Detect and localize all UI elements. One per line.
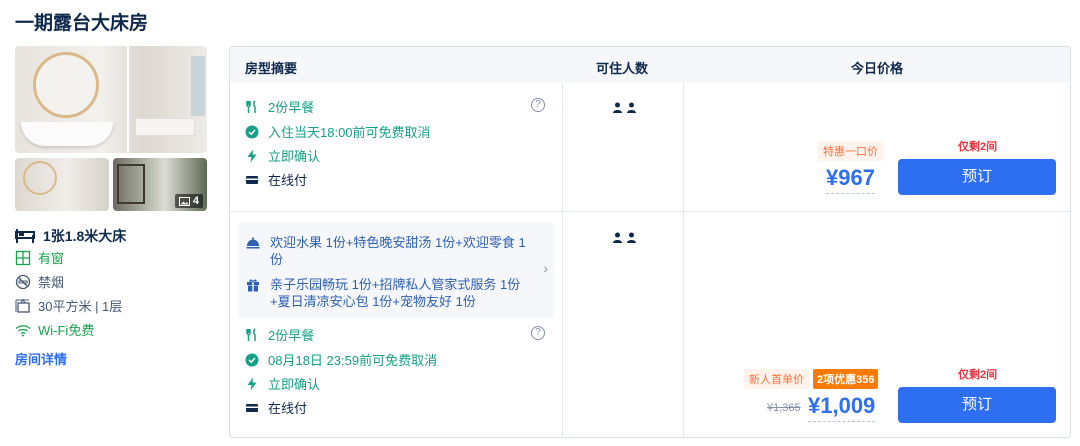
- feature-window: 有窗: [15, 248, 64, 267]
- package-text: 欢迎水果 1份+特色晚安甜汤 1份+欢迎零食 1份: [270, 235, 526, 267]
- help-icon[interactable]: ?: [531, 326, 545, 340]
- person-icon: [613, 102, 622, 113]
- promo-tag: 特惠一口价: [818, 141, 883, 161]
- room-photos[interactable]: 4: [15, 46, 207, 212]
- lightning-icon: [247, 149, 257, 162]
- person-icon: [627, 102, 636, 113]
- image-icon: [178, 196, 190, 206]
- feature-label: 有窗: [38, 251, 65, 266]
- wifi-icon: [15, 324, 31, 336]
- photo-count: 4: [192, 195, 199, 207]
- header-guests: 可住人数: [596, 61, 649, 76]
- book-button[interactable]: 预订: [898, 159, 1056, 195]
- feature-label: 禁烟: [38, 275, 65, 290]
- header-price: 今日价格: [851, 61, 904, 76]
- guest-capacity: [612, 102, 637, 113]
- package-box[interactable]: 欢迎水果 1份+特色晚安甜汤 1份+欢迎零食 1份 亲子乐园畅玩 1份+招牌私人…: [238, 222, 554, 318]
- check-circle-icon: [245, 353, 259, 366]
- breakfast-label: 2份早餐: [268, 328, 315, 343]
- thumbnail-photo[interactable]: 4: [113, 158, 207, 211]
- cancel-policy[interactable]: 入住当天18:00前可免费取消: [245, 122, 431, 141]
- room-details-link[interactable]: 房间详情: [15, 349, 67, 368]
- cancel-policy[interactable]: 08月18日 23:59前可免费取消: [245, 350, 437, 369]
- check-circle-icon: [245, 125, 259, 138]
- breakfast-info: 2份早餐: [245, 325, 314, 344]
- feature-label: 30平方米 | 1层: [38, 299, 123, 314]
- feature-wifi: Wi-Fi免费: [15, 320, 94, 339]
- confirm-label: 立即确认: [268, 377, 321, 392]
- instant-confirm: 立即确认: [245, 374, 320, 393]
- room-title: 一期露台大床房: [15, 13, 149, 34]
- table-header: 房型摘要 可住人数 今日价格: [230, 47, 1070, 83]
- chevron-right-icon[interactable]: ›: [543, 260, 548, 276]
- confirm-label: 立即确认: [268, 149, 321, 164]
- fork-knife-icon: [246, 327, 256, 341]
- guest-capacity: [612, 232, 637, 243]
- card-icon: [246, 175, 258, 184]
- package-item: 欢迎水果 1份+特色晚安甜汤 1份+欢迎零食 1份: [246, 234, 534, 268]
- payment-label: 在线付: [268, 173, 308, 188]
- breakfast-info: 2份早餐: [245, 97, 314, 116]
- fork-knife-icon: [246, 99, 256, 113]
- promo-tag: 新人首单价: [744, 369, 809, 389]
- help-icon[interactable]: ?: [531, 98, 545, 112]
- no-smoking-icon: [15, 274, 31, 289]
- photo-count-badge[interactable]: 4: [174, 194, 203, 208]
- payment-method: 在线付: [245, 170, 307, 189]
- price: ¥967: [826, 165, 875, 194]
- cancel-label: 入住当天18:00前可免费取消: [268, 125, 431, 140]
- person-icon: [613, 232, 622, 243]
- card-icon: [246, 403, 258, 412]
- cancel-label: 08月18日 23:59前可免费取消: [268, 353, 438, 368]
- dish-icon: [246, 237, 260, 249]
- feature-label: Wi-Fi免费: [38, 323, 95, 338]
- payment-method: 在线付: [245, 398, 307, 417]
- feature-no-smoking: 禁烟: [15, 272, 64, 291]
- thumbnail-photo[interactable]: [15, 158, 109, 211]
- person-icon: [627, 232, 636, 243]
- original-price: ¥1,365: [767, 402, 801, 414]
- bed-label: 1张1.8米大床: [43, 228, 127, 244]
- lightning-icon: [247, 377, 257, 390]
- breakfast-label: 2份早餐: [268, 100, 315, 115]
- payment-label: 在线付: [268, 401, 308, 416]
- bed-info: 1张1.8米大床: [15, 226, 126, 246]
- rooms-left: 仅剩2间: [958, 369, 998, 381]
- rate-table: 房型摘要 可住人数 今日价格 2份早餐 ? 入住当天18:00前可免费取消 立即…: [229, 46, 1071, 438]
- gift-icon: [247, 279, 259, 292]
- rooms-left: 仅剩2间: [958, 141, 998, 153]
- deal-badge[interactable]: 2项优惠356: [813, 369, 879, 389]
- instant-confirm: 立即确认: [245, 146, 320, 165]
- row-divider: [230, 211, 1070, 212]
- main-photo[interactable]: [15, 46, 207, 153]
- book-button[interactable]: 预订: [898, 387, 1056, 423]
- bed-icon: [15, 229, 35, 243]
- window-icon: [15, 250, 31, 265]
- area-icon: [15, 297, 30, 313]
- package-text: 亲子乐园畅玩 1份+招牌私人管家式服务 1份+夏日清凉安心包 1份+宠物友好 1…: [270, 277, 521, 309]
- price: ¥1,009: [808, 393, 876, 422]
- feature-area: 30平方米 | 1层: [15, 296, 122, 315]
- header-summary: 房型摘要: [245, 61, 298, 76]
- package-item: 亲子乐园畅玩 1份+招牌私人管家式服务 1份+夏日清凉安心包 1份+宠物友好 1…: [246, 276, 534, 310]
